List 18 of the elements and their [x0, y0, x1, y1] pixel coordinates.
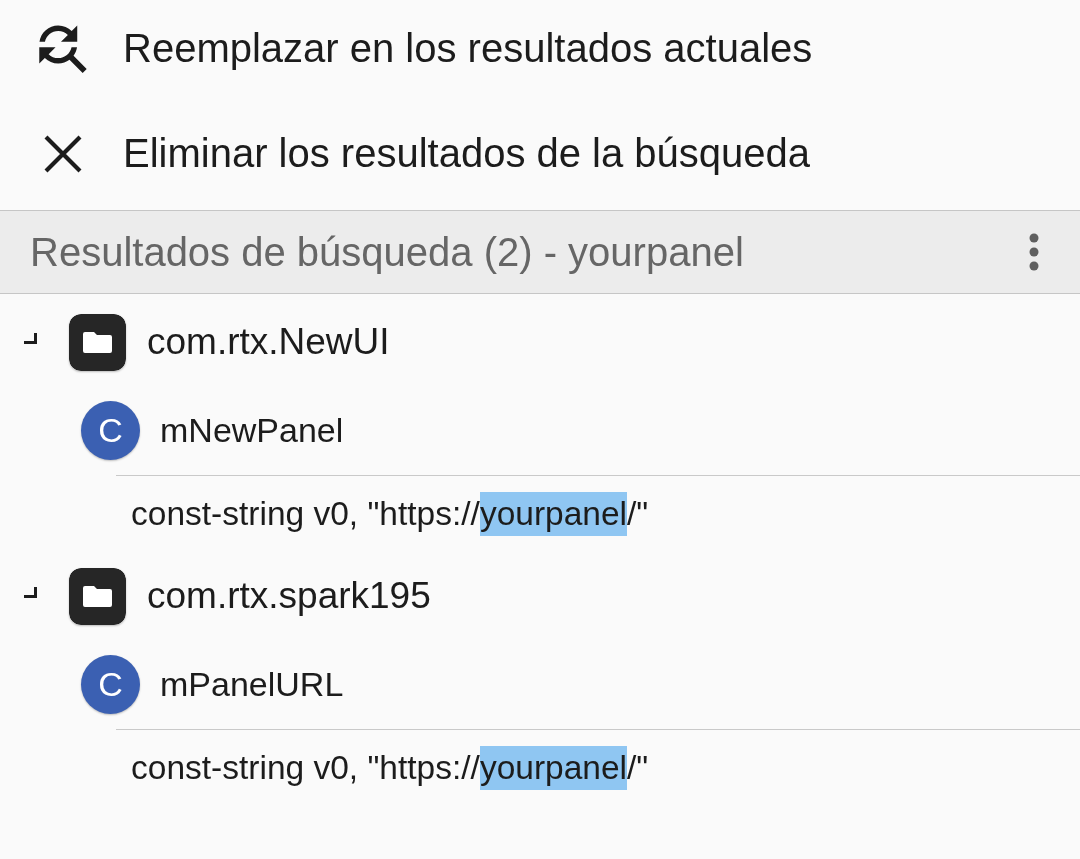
class-name[interactable]: mNewPanel [160, 411, 344, 450]
find-replace-icon [39, 24, 87, 73]
folder-icon [69, 567, 126, 625]
more-icon [1029, 233, 1039, 271]
class-name[interactable]: mPanelURL [160, 665, 344, 704]
class-badge: C [81, 655, 140, 714]
class-badge: C [81, 401, 140, 460]
results-header-title: Resultados de búsqueda (2) - yourpanel [30, 229, 744, 275]
menu-item[interactable]: Eliminar los resultados de la búsqueda [0, 105, 1080, 210]
code-line[interactable]: const-string v0, "https://yourpanel/" [131, 746, 649, 790]
code-line[interactable]: const-string v0, "https://yourpanel/" [131, 492, 649, 536]
package-name[interactable]: com.rtx.NewUI [147, 321, 390, 363]
folder-icon [69, 313, 126, 371]
close-icon [44, 134, 82, 173]
menu-item[interactable]: Reemplazar en los resultados actuales [0, 0, 1080, 105]
package-name[interactable]: com.rtx.spark195 [147, 575, 431, 617]
expanded-corner-icon[interactable] [24, 586, 38, 598]
expanded-corner-icon[interactable] [24, 332, 38, 344]
